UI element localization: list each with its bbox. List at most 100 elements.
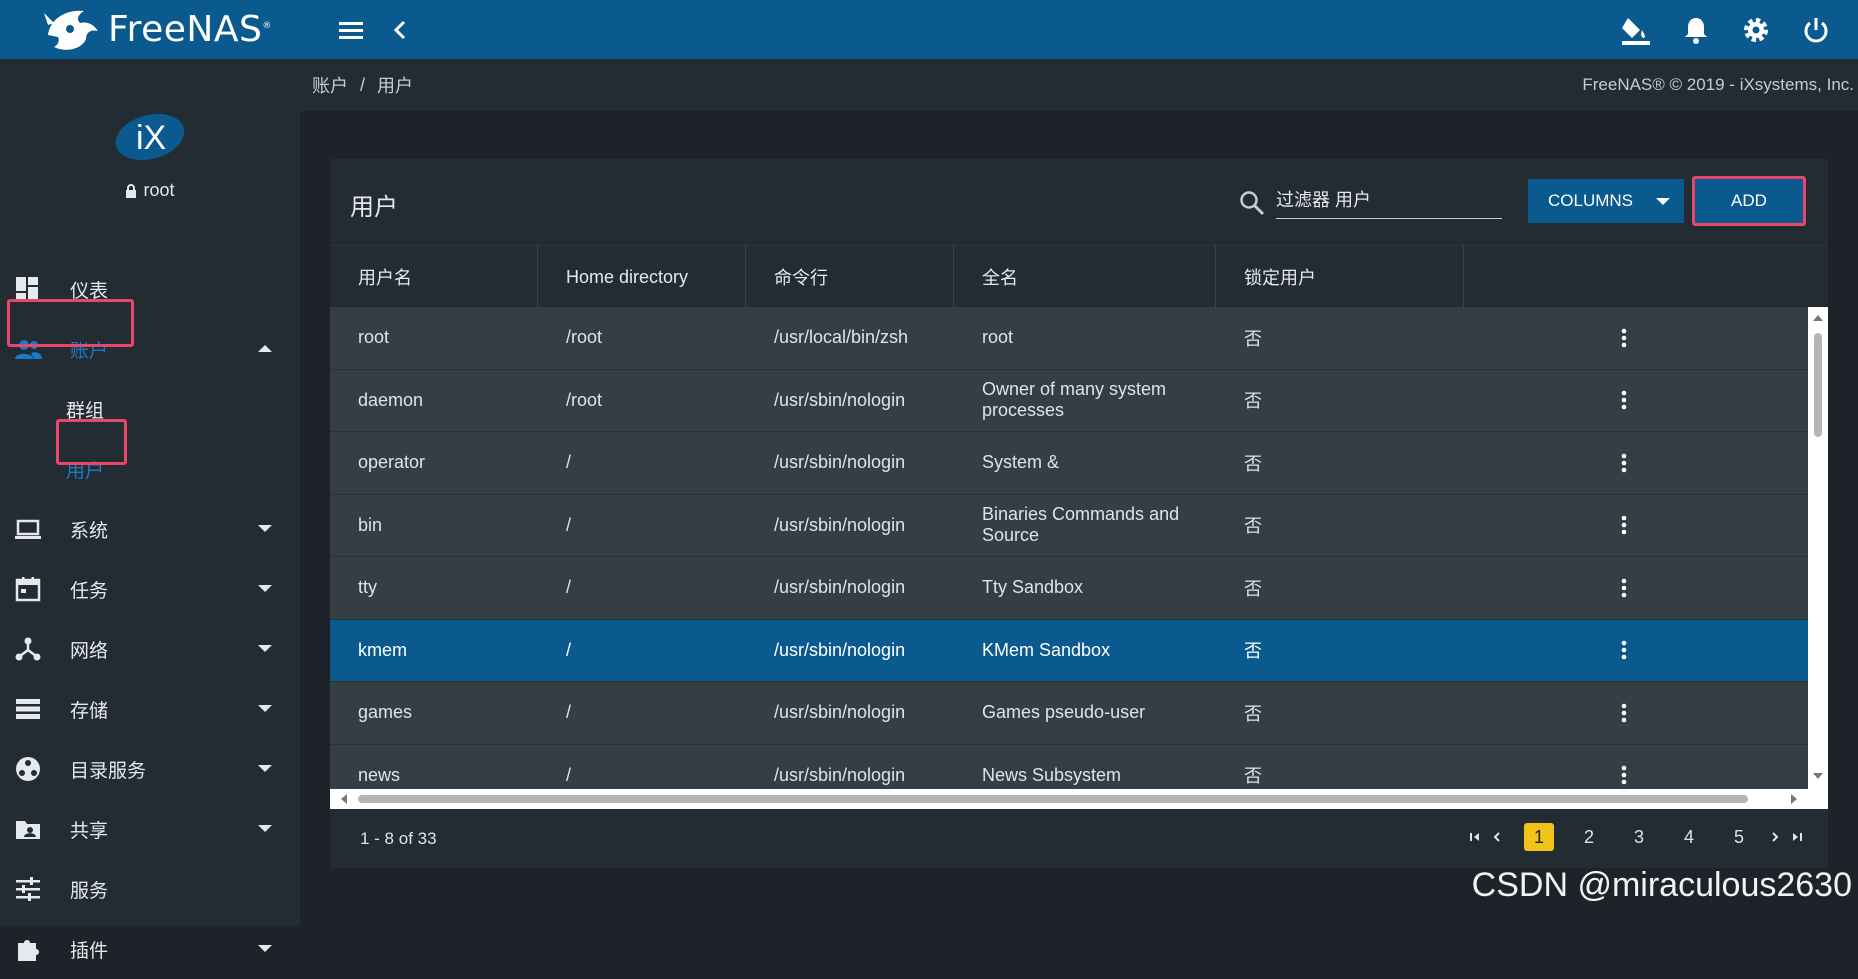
search-icon <box>1240 191 1265 216</box>
collapse-sidebar-button[interactable] <box>378 8 422 52</box>
sidebar-item-label: 插件 <box>70 940 109 962</box>
cell-locked: 否 <box>1244 328 1262 349</box>
settings-button[interactable] <box>1734 8 1778 52</box>
add-button-label: ADD <box>1731 191 1767 210</box>
cell-shell: /usr/sbin/nologin <box>774 702 906 723</box>
column-header-username[interactable]: 用户名 <box>330 246 538 308</box>
cell-username: operator <box>358 452 426 473</box>
dashboard-icon <box>16 277 38 301</box>
sidebar-subitem-groups[interactable]: 群组 <box>0 379 300 439</box>
sidebar-item-sharing[interactable]: 共享 <box>0 799 300 859</box>
last-page-icon <box>1793 833 1802 841</box>
chevron-down-icon <box>258 645 272 652</box>
horizontal-scrollbar-thumb[interactable] <box>358 795 1748 803</box>
table-row[interactable]: operator / /usr/sbin/nologin System & 否 <box>330 432 1828 495</box>
last-page-button[interactable] <box>1786 823 1808 851</box>
sidebar-subitem-users[interactable]: 用户 <box>0 439 300 499</box>
column-header-shell[interactable]: 命令行 <box>746 246 954 308</box>
more-vert-icon[interactable] <box>1612 763 1636 787</box>
chevron-down-icon <box>258 525 272 532</box>
table-row[interactable]: root/root/usr/local/bin/zsh root 否 <box>330 307 1828 370</box>
column-header-label: 锁定用户 <box>1244 268 1316 288</box>
first-page-button[interactable] <box>1464 823 1486 851</box>
columns-button[interactable]: COLUMNS <box>1528 179 1684 223</box>
power-button[interactable] <box>1794 8 1838 52</box>
theme-button[interactable] <box>1614 8 1658 52</box>
page-number-button[interactable]: 3 <box>1624 823 1654 851</box>
more-vert-icon[interactable] <box>1612 326 1636 350</box>
copyright-text: FreeNAS® © 2019 - iXsystems, Inc. <box>1582 75 1854 94</box>
table-row[interactable]: bin / /usr/sbin/nologin Binaries Commands a… <box>330 494 1828 557</box>
cell-shell: /usr/sbin/nologin <box>774 452 906 473</box>
freenas-shark-logo <box>44 10 98 50</box>
table-row[interactable]: news / /usr/sbin/nologin News Subsystem 否 <box>330 744 1828 790</box>
page-number-button[interactable]: 5 <box>1724 823 1754 851</box>
add-user-button[interactable]: ADD <box>1695 179 1803 223</box>
sidebar-item-accounts[interactable]: 账户 <box>0 319 300 379</box>
sidebar-item-dashboard[interactable]: 仪表 <box>0 259 300 319</box>
breadcrumb-current: 用户 <box>377 76 414 96</box>
filter-input[interactable] <box>1276 187 1502 219</box>
svg-text:iX: iX <box>136 119 166 157</box>
more-vert-icon[interactable] <box>1612 638 1636 662</box>
username-label: root <box>143 180 175 200</box>
vertical-scrollbar-thumb[interactable] <box>1814 333 1822 437</box>
cell-username: bin <box>358 514 383 535</box>
cell-home: / <box>566 764 572 785</box>
cell-home: /root <box>566 327 603 348</box>
sidebar-item-label: 仪表 <box>70 280 109 302</box>
sidebar-item-network[interactable]: 网络 <box>0 619 300 679</box>
columns-button-label: COLUMNS <box>1548 191 1634 210</box>
more-vert-icon[interactable] <box>1612 701 1636 725</box>
more-vert-icon[interactable] <box>1612 451 1636 475</box>
table-body: root/root/usr/local/bin/zsh root 否 daemon/r… <box>330 307 1828 789</box>
sidebar-item-label: 系统 <box>70 520 109 542</box>
cell-locked: 否 <box>1244 578 1262 599</box>
column-header-label: 命令行 <box>774 268 828 288</box>
sidebar-item-system[interactable]: 系统 <box>0 499 300 559</box>
more-vert-icon[interactable] <box>1612 576 1636 600</box>
prev-page-button[interactable] <box>1486 823 1508 851</box>
next-page-button[interactable] <box>1764 823 1786 851</box>
more-vert-icon[interactable] <box>1612 513 1636 537</box>
table-row[interactable]: tty / /usr/sbin/nologin Tty Sandbox 否 <box>330 557 1828 620</box>
chevron-down-icon <box>258 765 272 772</box>
notifications-button[interactable] <box>1674 8 1718 52</box>
column-header-fullname[interactable]: 全名 <box>954 246 1216 308</box>
scroll-right-arrow-icon <box>1791 794 1797 804</box>
row-actions <box>1464 745 1664 790</box>
gear-icon <box>1744 17 1768 42</box>
column-header-label: 全名 <box>982 268 1018 288</box>
table-row[interactable]: games / /usr/sbin/nologin Games pseudo-user… <box>330 682 1828 745</box>
table-row[interactable]: daemon/root/usr/sbin/nologin Owner of man… <box>330 369 1828 432</box>
page-number-button[interactable]: 1 <box>1524 823 1554 851</box>
accounts-icon <box>15 340 42 359</box>
users-card: 用户 COLUMNS ADD 用户名 Home directory 命令行 全名… <box>330 159 1828 868</box>
cell-shell: /usr/local/bin/zsh <box>774 327 909 348</box>
sidebar-item-storage[interactable]: 存储 <box>0 679 300 739</box>
column-header-home[interactable]: Home directory <box>538 246 746 308</box>
scroll-down-arrow-icon <box>1813 773 1823 779</box>
sidebar-item-services[interactable]: 服务 <box>0 859 300 919</box>
sidebar-item-tasks[interactable]: 任务 <box>0 559 300 619</box>
sidebar-subitem-label: 用户 <box>66 460 105 482</box>
more-vert-icon[interactable] <box>1612 388 1636 412</box>
brand-logo[interactable]: FreeNAS® <box>0 0 300 59</box>
vertical-scrollbar[interactable] <box>1808 307 1828 789</box>
scroll-up-arrow-icon <box>1813 315 1823 321</box>
breadcrumb-parent[interactable]: 账户 <box>312 72 348 98</box>
horizontal-scrollbar[interactable] <box>330 789 1828 809</box>
sidebar-item-plugins[interactable]: 插件 <box>0 919 300 979</box>
chevron-down-icon <box>258 945 272 952</box>
sidebar-item-directory-services[interactable]: 目录服务 <box>0 739 300 799</box>
table-row[interactable]: kmem / /usr/sbin/nologin KMem Sandbox 否 <box>330 619 1828 682</box>
user-profile: iX root <box>0 59 300 201</box>
table-header: 用户名 Home directory 命令行 全名 锁定用户 <box>330 245 1828 308</box>
column-header-locked[interactable]: 锁定用户 <box>1216 246 1464 308</box>
sidebar-item-label: 目录服务 <box>70 760 147 782</box>
page-number-button[interactable]: 4 <box>1674 823 1704 851</box>
menu-toggle-button[interactable] <box>330 8 374 52</box>
column-header-label: Home directory <box>566 266 689 287</box>
page-number-button[interactable]: 2 <box>1574 823 1604 851</box>
sidebar-nav: 仪表 账户 群组 用户 系统 任务 网络 存储 目录服务 共享 服务 插件 <box>0 259 300 979</box>
